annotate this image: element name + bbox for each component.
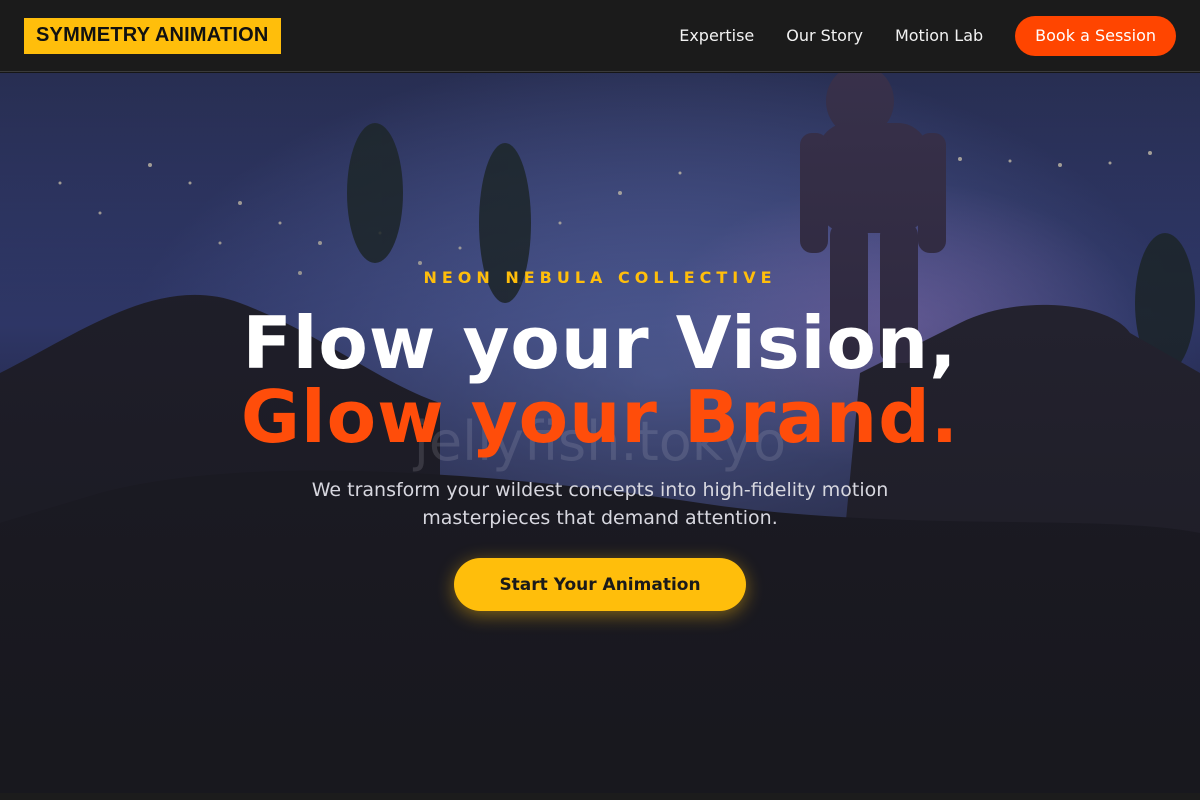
page-bottom-edge xyxy=(0,793,1200,800)
nav-menu: Expertise Our Story Motion Lab Book a Se… xyxy=(679,15,1176,56)
brand-logo[interactable]: SYMMETRY ANIMATION xyxy=(24,17,281,54)
top-navbar: SYMMETRY ANIMATION Expertise Our Story M… xyxy=(0,0,1200,72)
book-session-button[interactable]: Book a Session xyxy=(1015,15,1176,56)
hero-subtext: We transform your wildest concepts into … xyxy=(311,479,889,529)
hero-headline-line2: Glow your Brand. xyxy=(240,375,960,459)
hero-section: jellyfish.tokyo NEON NEBULA COLLECTIVE F… xyxy=(0,73,1200,793)
nav-link-motion-lab[interactable]: Motion Lab xyxy=(895,26,983,45)
nav-link-expertise[interactable]: Expertise xyxy=(679,26,754,45)
nav-link-our-story[interactable]: Our Story xyxy=(786,26,863,45)
hero-eyebrow: NEON NEBULA COLLECTIVE xyxy=(423,268,777,287)
start-animation-button[interactable]: Start Your Animation xyxy=(454,558,746,611)
hero-headline-line1: Flow your Vision, xyxy=(242,301,958,385)
